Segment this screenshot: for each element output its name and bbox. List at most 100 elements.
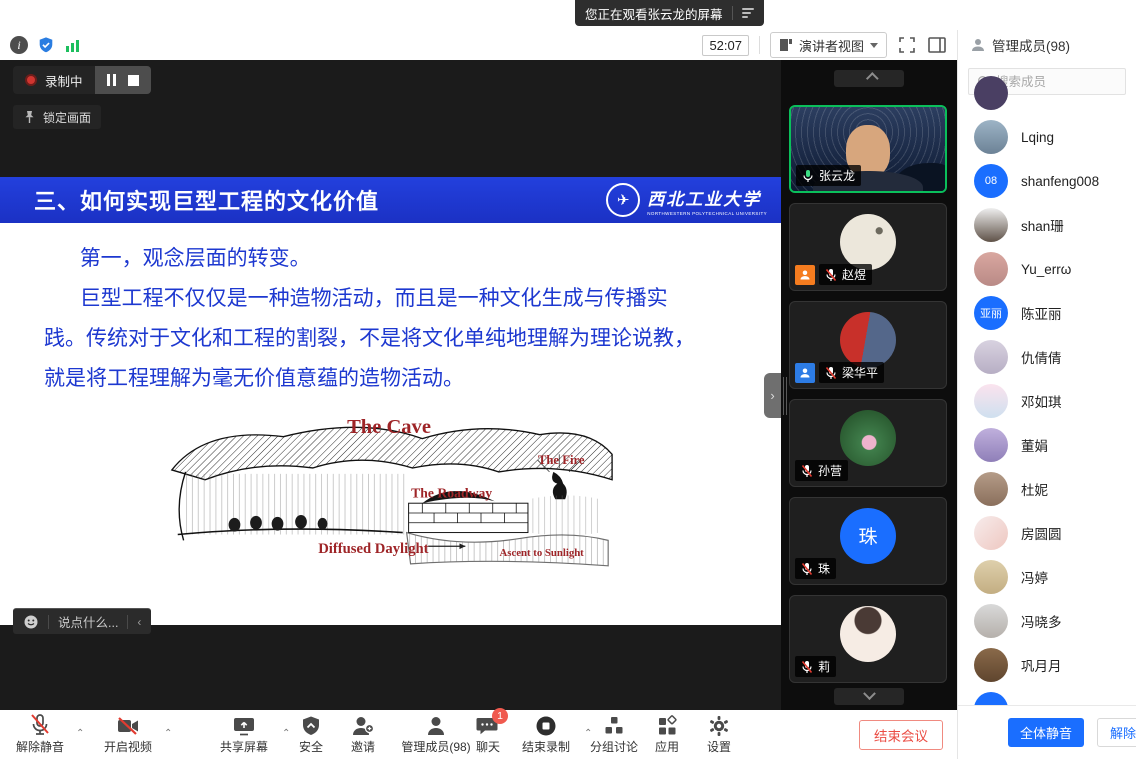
side-panel-icon[interactable] — [927, 36, 947, 54]
video-options-chevron[interactable]: ⌃ — [164, 728, 172, 739]
avatar — [974, 560, 1008, 594]
invite-button[interactable]: 邀请 — [338, 713, 388, 755]
member-name: Lqing — [1021, 130, 1054, 145]
pause-recording-button[interactable] — [107, 74, 116, 86]
slide-paragraph-1: 第一，观念层面的转变。 — [44, 239, 707, 279]
cave-label-daylight: Diffused Daylight — [318, 541, 428, 557]
mic-options-chevron[interactable]: ⌃ — [76, 728, 84, 739]
avatar: 亚丽 — [974, 296, 1008, 330]
avatar: 08 — [974, 164, 1008, 198]
unmute-button[interactable]: 解除静音 — [4, 713, 76, 755]
share-screen-button[interactable]: 共享屏幕 — [208, 713, 280, 755]
mic-muted-icon — [825, 268, 837, 282]
list-item[interactable] — [958, 71, 1136, 115]
chat-placeholder[interactable]: 说点什么... — [58, 612, 118, 631]
list-item[interactable]: Yu_errω — [958, 247, 1136, 291]
list-item[interactable]: 邓如琪 — [958, 379, 1136, 423]
mute-all-button[interactable]: 全体静音 — [1008, 718, 1084, 747]
participant-name: 赵煜 — [842, 266, 866, 283]
member-list[interactable]: Lqing 08shanfeng008 shan珊 Yu_errω 亚丽陈亚丽 … — [958, 71, 1136, 705]
list-item[interactable]: 房圆圆 — [958, 511, 1136, 555]
chat-button[interactable]: 1 聊天 — [458, 713, 518, 755]
video-tile[interactable]: 张云龙 — [789, 105, 947, 193]
unmute-all-button[interactable]: 解除全体静音 — [1097, 718, 1136, 747]
viewer-menu-icon[interactable] — [742, 8, 754, 18]
stop-recording-button[interactable] — [128, 75, 139, 86]
emoji-icon[interactable] — [23, 614, 39, 630]
security-button[interactable]: 安全 — [286, 713, 336, 755]
security-shield-icon[interactable] — [37, 36, 55, 54]
participant-name: 张云龙 — [819, 167, 855, 184]
slide-title-banner: 三、如何实现巨型工程的文化价值 ✈ 西北工业大学 NORTHWESTERN PO… — [0, 177, 781, 223]
avatar — [840, 410, 896, 466]
fullscreen-icon[interactable] — [897, 35, 917, 55]
list-item[interactable]: Lqing — [958, 115, 1136, 159]
video-tile[interactable]: 莉 — [789, 595, 947, 683]
pin-icon — [23, 110, 36, 124]
chat-unread-badge: 1 — [492, 708, 508, 724]
lock-view-button[interactable]: 锁定画面 — [13, 105, 101, 129]
avatar — [974, 428, 1008, 462]
invite-person-icon — [351, 715, 375, 737]
cave-label-roadway: The Roadway — [411, 485, 492, 500]
avatar: 珠 — [840, 508, 896, 564]
list-item[interactable]: 巩月月 — [958, 643, 1136, 687]
list-item[interactable]: 仇倩倩 — [958, 335, 1136, 379]
member-name: 房圆圆 — [1021, 523, 1062, 543]
list-item[interactable]: 冯婷 — [958, 555, 1136, 599]
list-item[interactable]: shan珊 — [958, 203, 1136, 247]
scroll-down-button[interactable] — [834, 688, 904, 705]
avatar — [840, 214, 896, 270]
university-logo: ✈ 西北工业大学 NORTHWESTERN POLYTECHNICAL UNIV… — [606, 183, 767, 217]
breakout-rooms-button[interactable]: 分组讨论 — [582, 713, 646, 755]
avatar — [974, 252, 1008, 286]
member-name: shanfeng008 — [1021, 174, 1099, 189]
avatar — [974, 120, 1008, 154]
list-item[interactable]: 亚丽陈亚丽 — [958, 291, 1136, 335]
info-icon[interactable]: i — [10, 36, 28, 54]
network-signal-icon[interactable] — [64, 36, 82, 54]
slide-title: 三、如何实现巨型工程的文化价值 — [34, 184, 379, 216]
strip-resize-grip[interactable] — [783, 377, 787, 415]
person-icon — [970, 37, 986, 53]
video-tile[interactable]: 赵煜 — [789, 203, 947, 291]
list-item[interactable]: 杜妮 — [958, 467, 1136, 511]
video-tile[interactable]: 孙营 — [789, 399, 947, 487]
members-panel-header: 管理成员(98) — [957, 30, 1136, 60]
chat-quick-input[interactable]: 说点什么... ‹ — [13, 608, 151, 634]
list-item[interactable] — [958, 687, 1136, 705]
member-name: shan珊 — [1021, 215, 1064, 235]
scroll-up-button[interactable] — [834, 70, 904, 87]
list-item[interactable]: 董娟 — [958, 423, 1136, 467]
cave-label-ascent: Ascent to Sunlight — [499, 547, 584, 559]
recording-bar: 录制中 — [13, 66, 151, 94]
mic-muted-icon — [29, 713, 51, 737]
viewer-banner: 您正在观看张云龙的屏幕 — [575, 0, 764, 26]
end-meeting-button[interactable]: 结束会议 — [859, 720, 943, 750]
plato-cave-illustration: The Cave The Fire The Roadway Diffused D… — [166, 409, 616, 571]
chat-collapse-icon[interactable]: ‹ — [137, 615, 141, 629]
meeting-window: 您正在观看张云龙的屏幕 i 52:07 演讲者视图 — [0, 0, 1136, 759]
slide-paragraph-2: 巨型工程不仅仅是一种造物活动，而且是一种文化生成与传播实践。传统对于文化和工程的… — [44, 279, 707, 399]
participant-name: 莉 — [818, 658, 830, 675]
video-tile[interactable]: 珠 珠 — [789, 497, 947, 585]
list-item[interactable]: 08 shanfeng008 — [958, 159, 1136, 203]
view-mode-button[interactable]: 演讲者视图 — [770, 32, 887, 58]
apps-button[interactable]: 应用 — [642, 713, 692, 755]
video-tile[interactable]: 梁华平 — [789, 301, 947, 389]
stop-recording-toolbar-button[interactable]: 结束录制 — [512, 713, 580, 755]
university-name-en: NORTHWESTERN POLYTECHNICAL UNIVERSITY — [647, 211, 767, 216]
avatar — [974, 648, 1008, 682]
breakout-icon — [603, 715, 625, 737]
settings-button[interactable]: 设置 — [694, 713, 744, 755]
members-panel-title: 管理成员(98) — [992, 35, 1070, 55]
avatar — [974, 516, 1008, 550]
stop-record-icon — [535, 715, 557, 737]
share-screen-icon — [232, 715, 256, 737]
strip-collapse-handle[interactable]: › — [764, 373, 781, 418]
list-item[interactable]: 冯晓多 — [958, 599, 1136, 643]
layout-grid-icon — [779, 38, 793, 52]
start-video-button[interactable]: 开启视频 — [92, 713, 164, 755]
divider — [127, 615, 128, 629]
university-name-cn: 西北工业大学 — [647, 185, 767, 210]
